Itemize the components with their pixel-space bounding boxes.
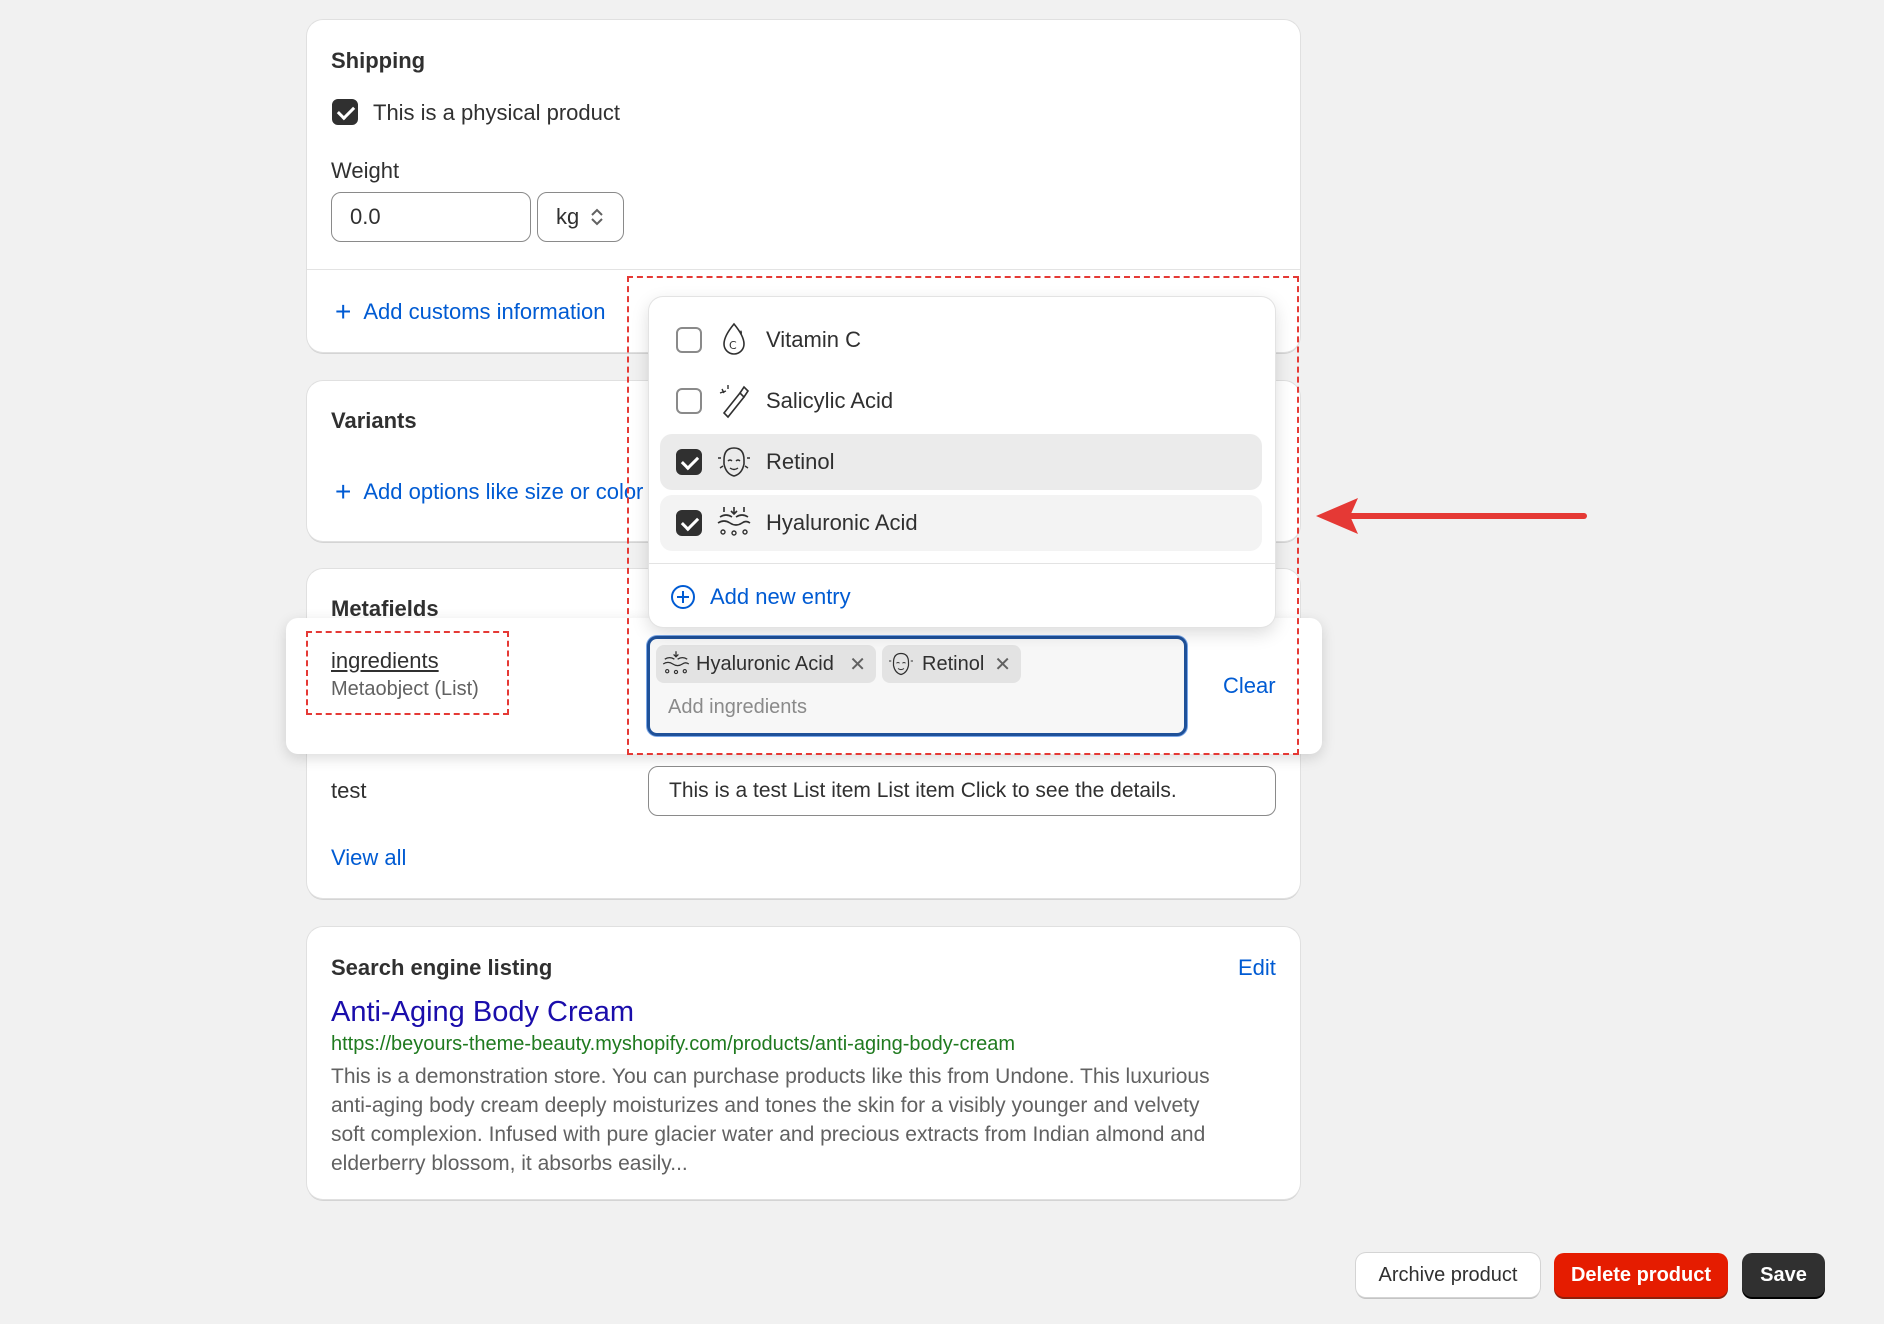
save-button[interactable]: Save (1742, 1253, 1825, 1297)
seo-description-line: This is a demonstration store. You can p… (331, 1065, 1210, 1088)
shipping-title: Shipping (331, 48, 426, 73)
annotation-box-dropdown (627, 276, 1299, 755)
archive-product-button[interactable]: Archive product (1356, 1253, 1540, 1297)
weight-unit-select[interactable]: kg (537, 192, 624, 242)
seo-page-title: Anti-Aging Body Cream (331, 996, 635, 1028)
plus-icon: + (335, 479, 352, 505)
weight-unit-value: kg (556, 204, 580, 229)
shipping-divider (307, 269, 1300, 270)
plus-icon: + (335, 296, 352, 327)
test-input[interactable]: This is a test List item List item Click… (648, 766, 1276, 816)
add-customs-label: Add customs information (363, 299, 606, 324)
weight-label: Weight (331, 158, 400, 183)
test-value: This is a test List item List item Click… (669, 779, 1177, 802)
add-customs-link[interactable]: + Add customs information (335, 296, 606, 327)
seo-description-line: elderberry blossom, it absorbs easily... (331, 1152, 688, 1175)
seo-title: Search engine listing (331, 955, 553, 980)
weight-value: 0.0 (350, 204, 381, 229)
annotation-box-ingredients (306, 631, 509, 715)
seo-edit-link[interactable]: Edit (1238, 955, 1276, 981)
add-options-label: Add options like size or color (363, 479, 644, 504)
add-options-link[interactable]: + Add options like size or color (335, 479, 653, 505)
annotation-arrow-icon (1316, 498, 1587, 534)
test-name: test (331, 778, 367, 803)
physical-product-label: This is a physical product (373, 100, 620, 125)
weight-input[interactable]: 0.0 (331, 192, 531, 242)
seo-description-line: anti-aging body cream deeply moisturizes… (331, 1094, 1200, 1117)
physical-product-checkbox[interactable] (332, 99, 358, 125)
variants-title: Variants (331, 408, 417, 433)
view-all-link[interactable]: View all (331, 845, 406, 871)
seo-description-line: soft complexion. Infused with pure glaci… (331, 1123, 1206, 1146)
seo-url: https://beyours-theme-beauty.myshopify.c… (331, 1033, 1016, 1055)
delete-product-button[interactable]: Delete product (1554, 1253, 1728, 1297)
seo-description: This is a demonstration store. You can p… (331, 1062, 1291, 1178)
chevron-up-down-icon (591, 208, 603, 226)
